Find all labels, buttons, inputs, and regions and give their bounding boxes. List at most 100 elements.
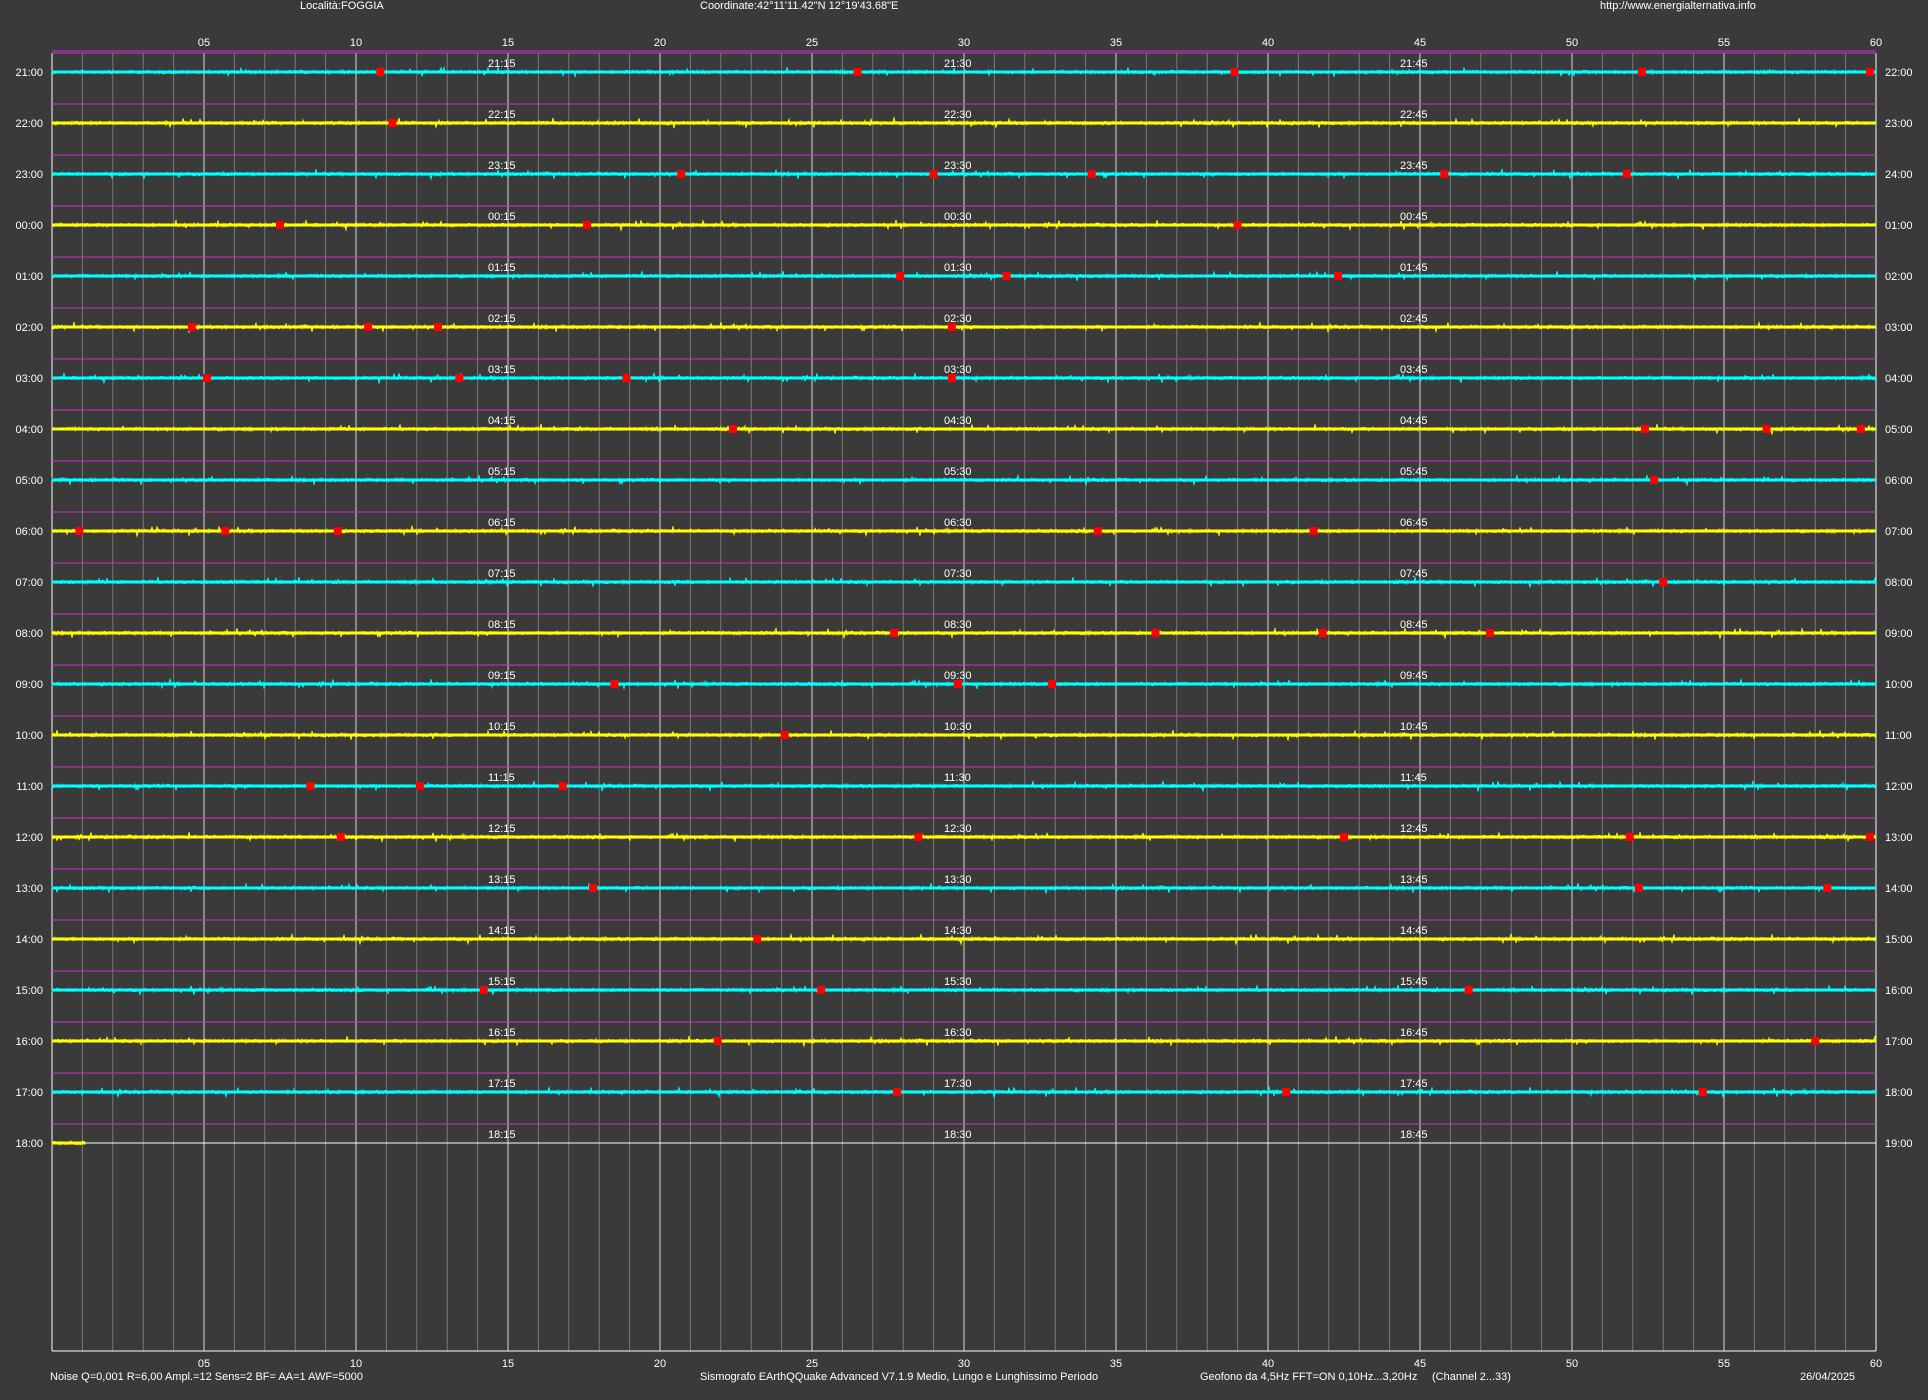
event-marker: [817, 986, 826, 994]
row-start-hour-label: 10:00: [15, 730, 43, 742]
quarter-label-45: 16:45: [1400, 1027, 1428, 1039]
event-marker: [376, 68, 385, 76]
event-marker: [853, 68, 862, 76]
x-tick-label-bottom: 40: [1262, 1358, 1274, 1370]
event-marker: [677, 170, 686, 178]
row-start-hour-label: 23:00: [15, 169, 43, 181]
row-end-hour-label: 01:00: [1885, 220, 1913, 232]
row-start-hour-label: 17:00: [15, 1087, 43, 1099]
quarter-label-30: 10:30: [944, 721, 972, 733]
quarter-label-15: 18:15: [488, 1129, 516, 1141]
x-tick-label-top: 50: [1566, 37, 1578, 49]
quarter-label-15: 15:15: [488, 976, 516, 988]
quarter-label-30: 00:30: [944, 211, 972, 223]
x-tick-label-top: 35: [1110, 37, 1122, 49]
event-marker: [622, 374, 631, 382]
quarter-label-30: 16:30: [944, 1027, 972, 1039]
quarter-label-30: 21:30: [944, 58, 972, 70]
event-marker: [1464, 986, 1473, 994]
row-start-hour-label: 12:00: [15, 832, 43, 844]
event-marker: [1856, 425, 1865, 433]
event-marker: [336, 833, 345, 841]
event-marker: [558, 782, 567, 790]
quarter-label-15: 08:15: [488, 619, 516, 631]
row-end-hour-label: 11:00: [1885, 730, 1912, 742]
quarter-label-30: 07:30: [944, 568, 972, 580]
quarter-label-45: 18:45: [1400, 1129, 1428, 1141]
quarter-label-30: 17:30: [944, 1078, 972, 1090]
quarter-label-15: 03:15: [488, 364, 516, 376]
row-start-hour-label: 21:00: [15, 67, 43, 79]
event-marker: [1333, 272, 1342, 280]
x-tick-label-bottom: 10: [350, 1358, 362, 1370]
event-marker: [1811, 1037, 1820, 1045]
quarter-label-45: 21:45: [1400, 58, 1428, 70]
row-start-hour-label: 04:00: [15, 424, 43, 436]
seismograph-window: Località:FOGGIA Coordinate:42°11'11.42"N…: [0, 0, 1928, 1400]
event-marker: [1233, 221, 1242, 229]
event-marker: [953, 680, 962, 688]
quarter-label-15: 09:15: [488, 670, 516, 682]
row-end-hour-label: 13:00: [1885, 832, 1913, 844]
x-tick-label-bottom: 45: [1414, 1358, 1426, 1370]
row-end-hour-label: 14:00: [1885, 883, 1913, 895]
row-start-hour-label: 15:00: [15, 985, 43, 997]
event-marker: [893, 1088, 902, 1096]
event-marker: [753, 935, 762, 943]
event-marker: [388, 119, 397, 127]
event-marker: [1762, 425, 1771, 433]
row-start-hour-label: 14:00: [15, 934, 43, 946]
x-tick-label-top: 15: [502, 37, 514, 49]
row-end-hour-label: 24:00: [1885, 169, 1913, 181]
row-end-hour-label: 16:00: [1885, 985, 1913, 997]
event-marker: [583, 221, 592, 229]
event-marker: [364, 323, 373, 331]
row-end-hour-label: 03:00: [1885, 322, 1913, 334]
event-marker: [610, 680, 619, 688]
quarter-label-45: 12:45: [1400, 823, 1428, 835]
helicorder-chart: 05 05 10 10 15 15 20 20 25 25 30 30 35 35 40 40 45 45 50 50…: [15, 37, 1913, 1370]
event-marker: [221, 527, 230, 535]
event-marker: [1640, 425, 1649, 433]
quarter-label-30: 05:30: [944, 466, 972, 478]
quarter-label-15: 16:15: [488, 1027, 516, 1039]
quarter-label-30: 15:30: [944, 976, 972, 988]
row-end-hour-label: 08:00: [1885, 577, 1913, 589]
event-marker: [780, 731, 789, 739]
x-tick-label-top: 45: [1414, 37, 1426, 49]
quarter-label-45: 13:45: [1400, 874, 1428, 886]
quarter-label-45: 00:45: [1400, 211, 1428, 223]
x-tick-label-bottom: 35: [1110, 1358, 1122, 1370]
event-marker: [306, 782, 315, 790]
quarter-label-45: 14:45: [1400, 925, 1428, 937]
row-start-hour-label: 09:00: [15, 679, 43, 691]
x-tick-label-bottom: 30: [958, 1358, 970, 1370]
row-start-hour-label: 02:00: [15, 322, 43, 334]
quarter-label-15: 10:15: [488, 721, 516, 733]
event-marker: [1622, 170, 1631, 178]
quarter-label-45: 11:45: [1400, 772, 1427, 784]
quarter-label-45: 23:45: [1400, 160, 1428, 172]
event-marker: [1002, 272, 1011, 280]
event-marker: [1650, 476, 1659, 484]
event-marker: [479, 986, 488, 994]
row-end-hour-label: 07:00: [1885, 526, 1913, 538]
quarter-label-15: 17:15: [488, 1078, 516, 1090]
quarter-label-45: 17:45: [1400, 1078, 1428, 1090]
x-tick-label-top: 30: [958, 37, 970, 49]
event-marker: [1048, 680, 1057, 688]
x-tick-label-bottom: 60: [1870, 1358, 1882, 1370]
quarter-label-15: 01:15: [488, 262, 516, 274]
row-end-hour-label: 12:00: [1885, 781, 1913, 793]
quarter-label-45: 09:45: [1400, 670, 1428, 682]
quarter-label-30: 14:30: [944, 925, 972, 937]
event-marker: [1698, 1088, 1707, 1096]
quarter-label-45: 08:45: [1400, 619, 1428, 631]
x-tick-label-bottom: 50: [1566, 1358, 1578, 1370]
row-end-hour-label: 09:00: [1885, 628, 1913, 640]
event-marker: [1318, 629, 1327, 637]
quarter-label-15: 04:15: [488, 415, 516, 427]
x-tick-label-top: 40: [1262, 37, 1274, 49]
row-end-hour-label: 05:00: [1885, 424, 1913, 436]
event-marker: [1865, 68, 1874, 76]
